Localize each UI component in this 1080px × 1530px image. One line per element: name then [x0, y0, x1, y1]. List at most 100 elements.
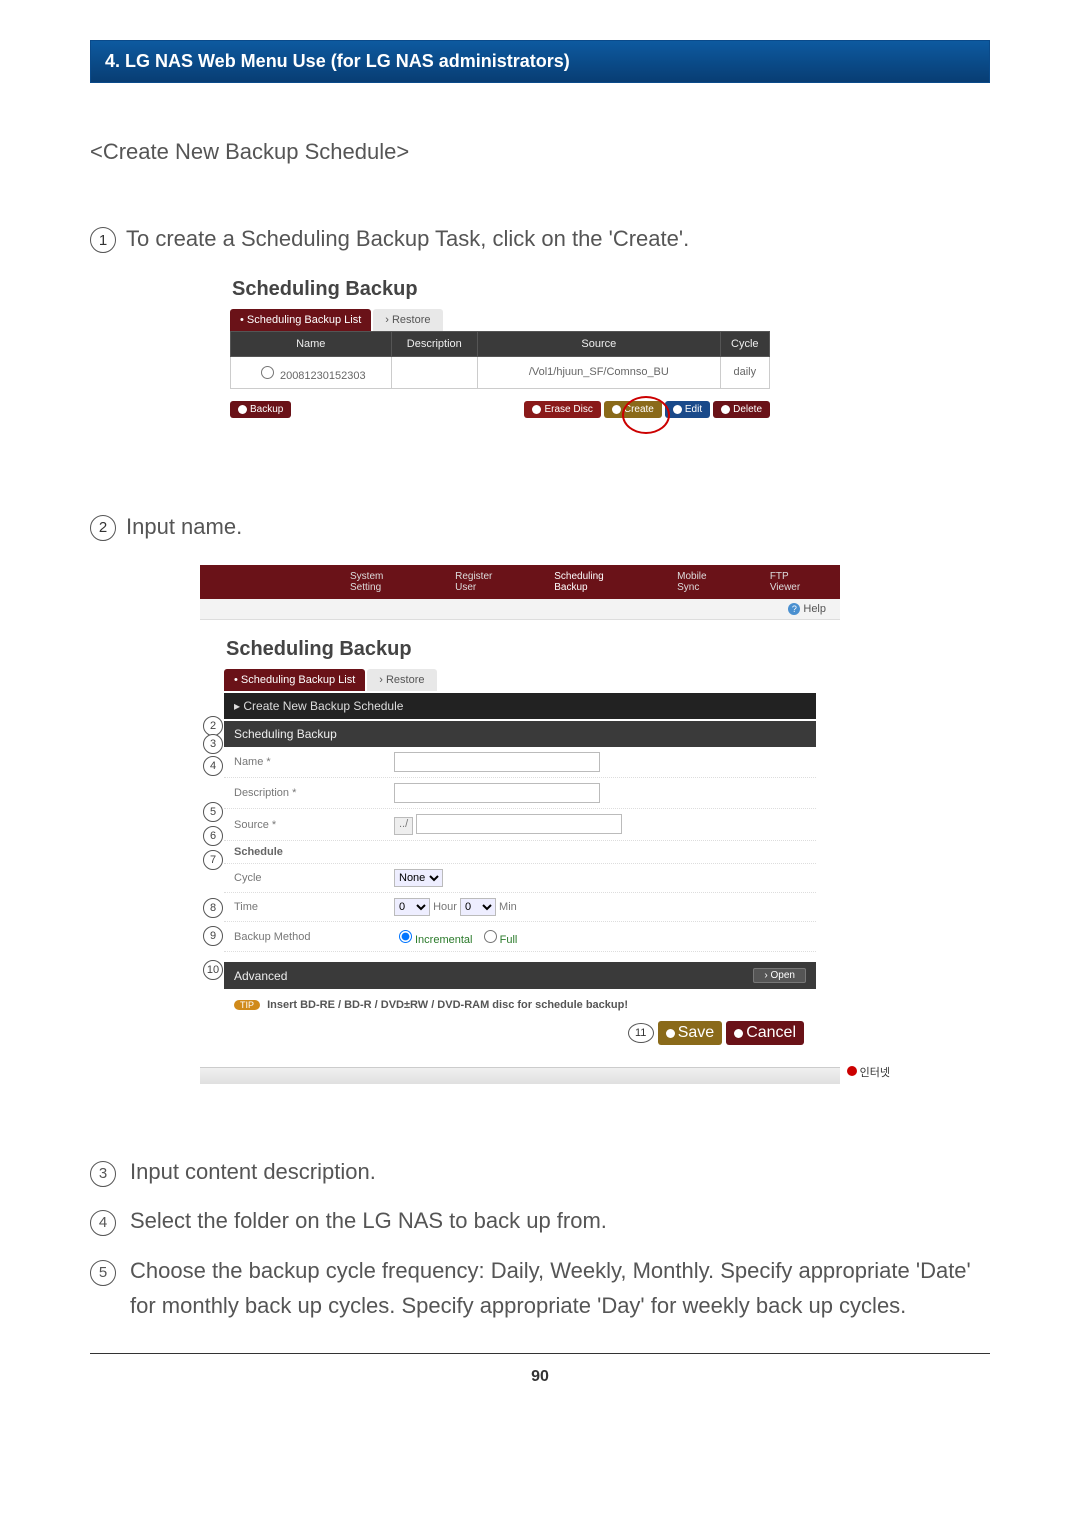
method-incremental-label: Incremental: [415, 934, 472, 946]
source-input[interactable]: [416, 814, 622, 834]
tab-scheduling-list[interactable]: • Scheduling Backup List: [224, 669, 365, 691]
tab-restore[interactable]: › Restore: [373, 309, 442, 331]
dot-icon: [673, 405, 682, 414]
min-label: Min: [499, 901, 517, 913]
screenshot-create-schedule: System Setting Register User Scheduling …: [200, 565, 840, 1084]
statusbar-internet-label: 인터넷: [847, 1064, 890, 1080]
annotation-10: 10: [203, 960, 223, 980]
footer-rule: [90, 1353, 990, 1354]
method-incremental-radio[interactable]: [399, 930, 412, 943]
dot-icon: [666, 1029, 675, 1038]
col-description: Description: [391, 331, 478, 356]
hour-label: Hour: [433, 901, 457, 913]
step-4-text: Select the folder on the LG NAS to back …: [130, 1203, 607, 1238]
step-1: 1 To create a Scheduling Backup Task, cl…: [90, 220, 990, 257]
annotation-5: 5: [203, 802, 223, 822]
description-input[interactable]: [394, 783, 600, 803]
label-cycle: Cycle: [224, 872, 394, 884]
label-description: Description *: [224, 787, 394, 799]
annotation-7: 7: [203, 850, 223, 870]
save-button[interactable]: Save: [658, 1021, 722, 1045]
help-bar: ?Help: [200, 599, 840, 620]
dot-icon: [612, 405, 621, 414]
cancel-button[interactable]: Cancel: [726, 1021, 804, 1045]
section-scheduling-backup: Scheduling Backup: [224, 721, 816, 747]
annotation-8: 8: [203, 898, 223, 918]
create-button[interactable]: Create: [604, 401, 662, 418]
nav-register-user[interactable]: Register User: [455, 571, 514, 593]
dot-icon: [238, 405, 247, 414]
col-cycle: Cycle: [720, 331, 769, 356]
create-schedule-heading: ▸ Create New Backup Schedule: [224, 693, 816, 719]
shot2-title: Scheduling Backup: [226, 638, 816, 661]
name-input[interactable]: [394, 752, 600, 772]
cell-desc: [391, 356, 478, 388]
step-3: 3 Input content description.: [90, 1154, 990, 1189]
help-icon[interactable]: ?: [788, 603, 800, 615]
dot-icon: [734, 1029, 743, 1038]
step-5-text: Choose the backup cycle frequency: Daily…: [130, 1253, 990, 1323]
min-select[interactable]: 0: [460, 898, 496, 916]
row-cycle: Cycle None: [224, 864, 816, 893]
step-2: 2 Input name.: [90, 508, 990, 545]
hour-select[interactable]: 0: [394, 898, 430, 916]
step-5: 5 Choose the backup cycle frequency: Dai…: [90, 1253, 990, 1323]
manual-page: 4. LG NAS Web Menu Use (for LG NAS admin…: [0, 0, 1080, 1530]
nav-ftp-viewer[interactable]: FTP Viewer: [770, 571, 820, 593]
edit-button[interactable]: Edit: [665, 401, 710, 418]
nav-mobile-sync[interactable]: Mobile Sync: [677, 571, 730, 593]
col-name: Name: [231, 331, 392, 356]
row-name: Name *: [224, 747, 816, 778]
row-time: Time 0 Hour 0 Min: [224, 893, 816, 922]
form-area: Scheduling Backup • Scheduling Backup Li…: [200, 620, 840, 1067]
tip-text: Insert BD-RE / BD-R / DVD±RW / DVD-RAM d…: [267, 999, 628, 1011]
step-3-text: Input content description.: [130, 1154, 376, 1189]
open-button[interactable]: › Open: [753, 968, 806, 983]
row-schedule: Schedule: [224, 841, 816, 864]
shot2-tabs: • Scheduling Backup List › Restore: [224, 669, 816, 691]
annotation-3: 3: [203, 734, 223, 754]
browse-button[interactable]: ../: [394, 817, 413, 835]
col-source: Source: [478, 331, 721, 356]
backup-list-table: Name Description Source Cycle 2008123015…: [230, 331, 770, 389]
dot-icon: [721, 405, 730, 414]
table-row[interactable]: 20081230152303 /Vol1/hjuun_SF/Comnso_BU …: [231, 356, 770, 388]
erase-disc-button[interactable]: Erase Disc: [524, 401, 600, 418]
row-description: Description *: [224, 778, 816, 809]
tip-row: TIP Insert BD-RE / BD-R / DVD±RW / DVD-R…: [224, 989, 816, 1021]
label-time: Time: [224, 901, 394, 913]
tab-scheduling-list[interactable]: • Scheduling Backup List: [230, 309, 371, 331]
method-full-label: Full: [500, 934, 518, 946]
annotation-11: 11: [628, 1023, 654, 1043]
tip-badge-icon: TIP: [234, 1000, 260, 1010]
method-full-radio[interactable]: [484, 930, 497, 943]
row-backup-method: Backup Method Incremental Full: [224, 922, 816, 952]
help-link[interactable]: Help: [803, 603, 826, 615]
screenshot-scheduling-list: Scheduling Backup • Scheduling Backup Li…: [230, 278, 770, 418]
top-nav: System Setting Register User Scheduling …: [200, 565, 840, 599]
label-backup-method: Backup Method: [224, 931, 394, 943]
delete-button[interactable]: Delete: [713, 401, 770, 418]
row-source: Source * ../: [224, 809, 816, 841]
cell-cycle: daily: [720, 356, 769, 388]
step-number-2: 2: [90, 515, 116, 541]
step-number-5: 5: [90, 1260, 116, 1286]
section-heading: <Create New Backup Schedule>: [90, 133, 990, 170]
nav-scheduling-backup[interactable]: Scheduling Backup: [554, 571, 637, 593]
nav-system-setting[interactable]: System Setting: [350, 571, 415, 593]
annotation-9: 9: [203, 926, 223, 946]
backup-button[interactable]: Backup: [230, 401, 291, 418]
row-select-radio[interactable]: [261, 366, 274, 379]
label-source: Source *: [224, 819, 394, 831]
shot1-button-row: Backup Erase Disc Create Edit Delete: [230, 401, 770, 418]
section-advanced: Advanced › Open: [224, 962, 816, 989]
tab-restore[interactable]: › Restore: [367, 669, 436, 691]
step-number-3: 3: [90, 1161, 116, 1187]
step-number-1: 1: [90, 227, 116, 253]
advanced-label: Advanced: [234, 969, 287, 983]
steps-list: 3 Input content description. 4 Select th…: [90, 1154, 990, 1323]
shot1-tabs: • Scheduling Backup List › Restore: [230, 309, 770, 331]
annotation-2: 2: [203, 716, 223, 736]
cycle-select[interactable]: None: [394, 869, 443, 887]
step-number-4: 4: [90, 1210, 116, 1236]
